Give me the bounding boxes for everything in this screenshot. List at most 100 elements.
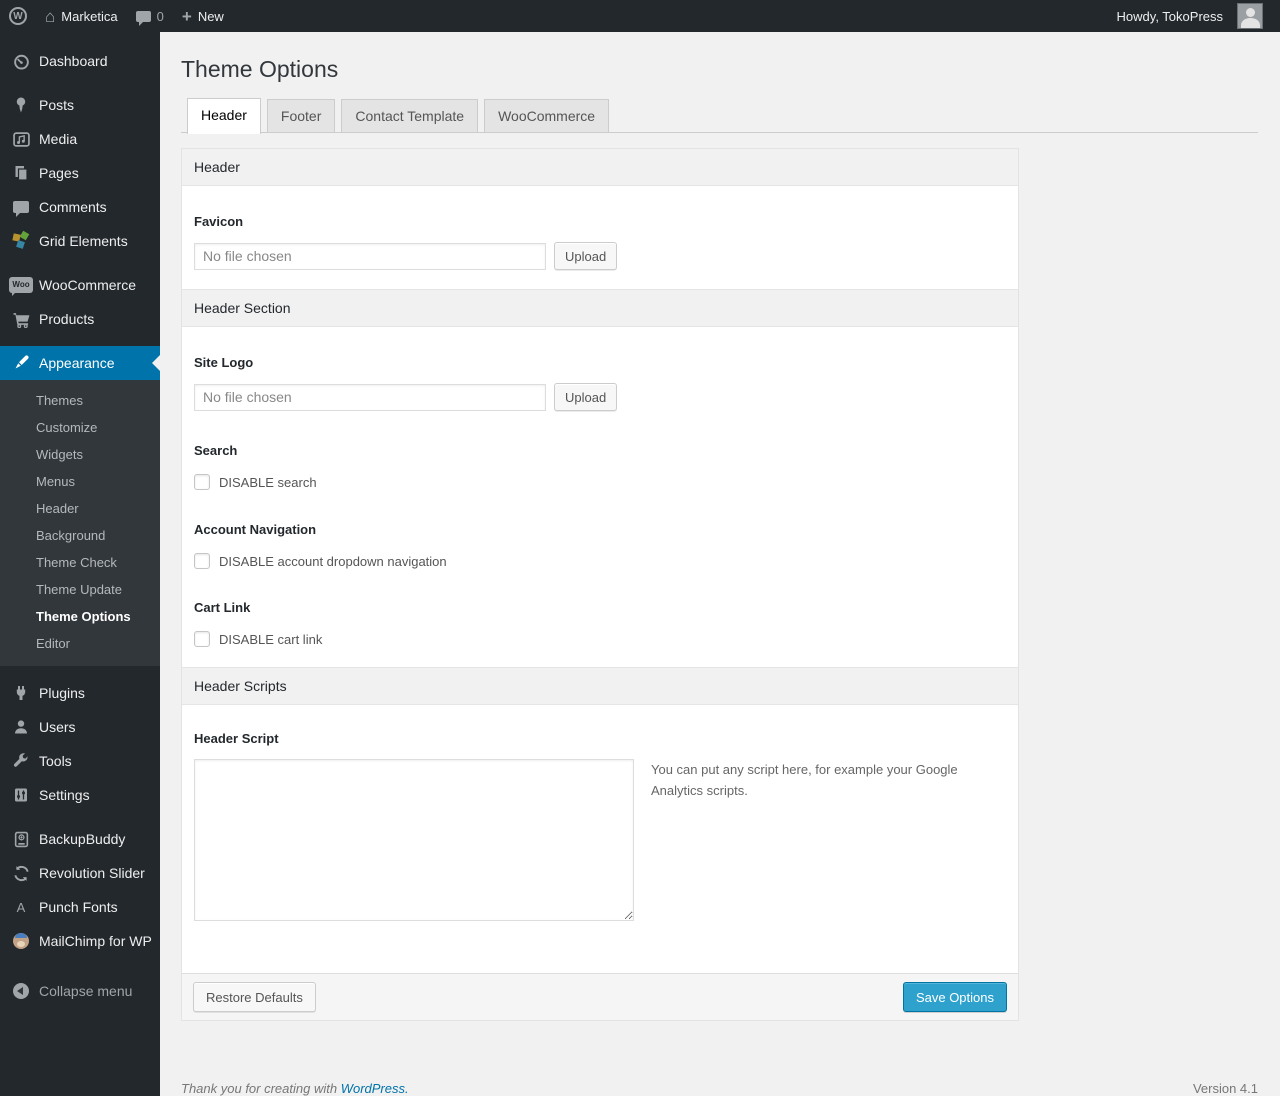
sidebar-item-grid-elements[interactable]: Grid Elements bbox=[0, 224, 160, 258]
restore-defaults-button[interactable]: Restore Defaults bbox=[193, 982, 316, 1012]
site-logo-file-input[interactable] bbox=[194, 383, 546, 411]
sidebar-item-mailchimp[interactable]: MailChimp for WP bbox=[0, 924, 160, 958]
collapse-menu-button[interactable]: Collapse menu bbox=[0, 974, 160, 1008]
tab-woocommerce[interactable]: WooCommerce bbox=[484, 99, 610, 132]
search-field: Search DISABLE search bbox=[182, 443, 1018, 490]
home-icon: ⌂ bbox=[45, 6, 56, 26]
sidebar-item-users[interactable]: Users bbox=[0, 710, 160, 744]
favicon-upload-button[interactable]: Upload bbox=[554, 242, 618, 270]
collapse-arrow-icon bbox=[10, 981, 32, 1001]
pushpin-icon bbox=[10, 95, 32, 115]
save-options-button[interactable]: Save Options bbox=[902, 982, 1007, 1012]
nav-tabs: Header Footer Contact Template WooCommer… bbox=[181, 98, 1258, 134]
wordpress-logo-icon: W bbox=[9, 7, 27, 25]
footer-thanks-text: Thank you for creating with WordPress. bbox=[181, 1081, 409, 1096]
new-label: New bbox=[197, 8, 224, 24]
howdy-label: Howdy, TokoPress bbox=[1116, 8, 1223, 24]
tab-contact-template[interactable]: Contact Template bbox=[341, 99, 479, 132]
menu-separator bbox=[0, 78, 160, 88]
section-header: Header bbox=[182, 149, 1018, 186]
sidebar-item-media[interactable]: Media bbox=[0, 122, 160, 156]
plus-icon: + bbox=[181, 6, 192, 26]
admin-bar: W ⌂ Marketica 0 + New Howdy, TokoPress bbox=[0, 0, 1280, 32]
sidebar-item-plugins[interactable]: Plugins bbox=[0, 676, 160, 710]
comment-bubble-icon bbox=[135, 10, 151, 26]
site-name-label: Marketica bbox=[61, 8, 118, 24]
sidebar-item-tools[interactable]: Tools bbox=[0, 744, 160, 778]
section-header-scripts: Header Scripts bbox=[182, 667, 1018, 705]
sidebar-item-label: Grid Elements bbox=[39, 233, 128, 249]
page-footer: Thank you for creating with WordPress. V… bbox=[181, 1081, 1258, 1096]
appearance-submenu: Themes Customize Widgets Menus Header Ba… bbox=[0, 380, 160, 666]
tab-header[interactable]: Header bbox=[187, 98, 261, 134]
favicon-label: Favicon bbox=[194, 214, 244, 229]
submenu-item-themes[interactable]: Themes bbox=[0, 387, 160, 414]
mailchimp-monkey-icon bbox=[10, 931, 32, 951]
backup-drive-icon bbox=[10, 829, 32, 849]
appearance-brush-icon bbox=[10, 353, 32, 373]
submenu-item-theme-update[interactable]: Theme Update bbox=[0, 576, 160, 603]
comment-count-badge: 0 bbox=[156, 8, 164, 24]
submenu-item-widgets[interactable]: Widgets bbox=[0, 441, 160, 468]
submenu-item-editor[interactable]: Editor bbox=[0, 630, 160, 657]
account-menu[interactable]: Howdy, TokoPress bbox=[1108, 0, 1272, 32]
sidebar-item-revolution-slider[interactable]: Revolution Slider bbox=[0, 856, 160, 890]
disable-account-nav-checkbox[interactable] bbox=[194, 553, 210, 569]
submenu-item-header[interactable]: Header bbox=[0, 495, 160, 522]
submenu-item-theme-options[interactable]: Theme Options bbox=[0, 603, 160, 630]
disable-search-checkbox-label[interactable]: DISABLE search bbox=[219, 475, 317, 490]
new-content-button[interactable]: + New bbox=[173, 0, 233, 32]
submenu-item-menus[interactable]: Menus bbox=[0, 468, 160, 495]
cart-link-field: Cart Link DISABLE cart link bbox=[182, 600, 1018, 667]
sidebar-item-label: Plugins bbox=[39, 685, 85, 701]
header-script-textarea[interactable] bbox=[194, 759, 634, 921]
pages-icon bbox=[10, 163, 32, 183]
submenu-item-background[interactable]: Background bbox=[0, 522, 160, 549]
grid-elements-icon bbox=[10, 230, 32, 251]
sidebar-item-appearance[interactable]: Appearance bbox=[0, 346, 160, 380]
version-label: Version 4.1 bbox=[1192, 1081, 1258, 1096]
sidebar-item-label: Appearance bbox=[39, 355, 115, 371]
plugin-icon bbox=[10, 683, 32, 703]
menu-separator bbox=[0, 258, 160, 268]
site-logo-upload-button[interactable]: Upload bbox=[554, 383, 618, 411]
sidebar-item-label: Dashboard bbox=[39, 53, 108, 69]
header-script-note: You can put any script here, for example… bbox=[651, 762, 958, 798]
tab-footer[interactable]: Footer bbox=[266, 99, 336, 132]
disable-search-checkbox[interactable] bbox=[194, 474, 210, 490]
sidebar-item-products[interactable]: Products bbox=[0, 302, 160, 336]
sidebar-item-settings[interactable]: Settings bbox=[0, 778, 160, 812]
wordpress-link[interactable]: WordPress. bbox=[341, 1081, 409, 1096]
sidebar-item-label: Media bbox=[39, 131, 78, 147]
site-name-link[interactable]: ⌂ Marketica bbox=[36, 0, 127, 32]
sidebar-item-dashboard[interactable]: Dashboard bbox=[0, 44, 160, 78]
sidebar-item-posts[interactable]: Posts bbox=[0, 88, 160, 122]
wrench-icon bbox=[10, 751, 32, 771]
submenu-item-theme-check[interactable]: Theme Check bbox=[0, 549, 160, 576]
header-script-label: Header Script bbox=[194, 731, 279, 746]
collapse-menu-label: Collapse menu bbox=[39, 983, 133, 999]
refresh-arrows-icon bbox=[10, 863, 32, 883]
disable-cart-link-checkbox-label[interactable]: DISABLE cart link bbox=[219, 632, 322, 647]
sidebar-item-pages[interactable]: Pages bbox=[0, 156, 160, 190]
favicon-file-input[interactable] bbox=[194, 242, 546, 270]
wordpress-menu-button[interactable]: W bbox=[0, 0, 36, 32]
cart-icon bbox=[10, 309, 32, 329]
account-navigation-field: Account Navigation DISABLE account dropd… bbox=[182, 522, 1018, 569]
sidebar-item-label: Punch Fonts bbox=[39, 899, 118, 915]
main-content: Theme Options Header Footer Contact Temp… bbox=[160, 32, 1280, 1096]
site-logo-field: Site Logo Upload bbox=[182, 355, 1018, 411]
sidebar-item-backupbuddy[interactable]: BackupBuddy bbox=[0, 822, 160, 856]
menu-separator bbox=[0, 812, 160, 822]
disable-account-nav-checkbox-label[interactable]: DISABLE account dropdown navigation bbox=[219, 554, 447, 569]
cart-link-label: Cart Link bbox=[194, 600, 251, 615]
comments-admin-bar-link[interactable]: 0 bbox=[127, 0, 173, 32]
sidebar-item-comments[interactable]: Comments bbox=[0, 190, 160, 224]
sidebar-item-punch-fonts[interactable]: A Punch Fonts bbox=[0, 890, 160, 924]
disable-cart-link-checkbox[interactable] bbox=[194, 631, 210, 647]
submenu-item-customize[interactable]: Customize bbox=[0, 414, 160, 441]
sidebar-item-label: Products bbox=[39, 311, 95, 327]
header-script-field: Header Script You can put any script her… bbox=[182, 731, 1018, 921]
panel-footer: Restore Defaults Save Options bbox=[182, 973, 1018, 1020]
sidebar-item-woocommerce[interactable]: Woo WooCommerce bbox=[0, 268, 160, 302]
